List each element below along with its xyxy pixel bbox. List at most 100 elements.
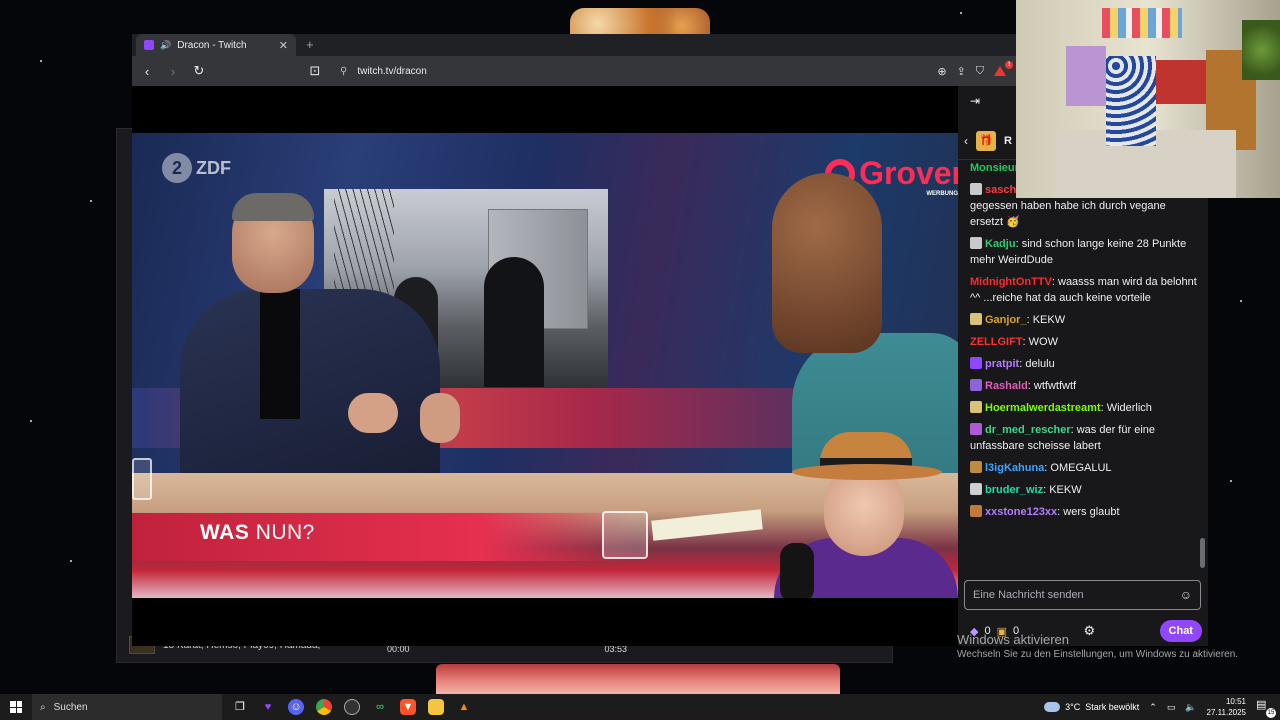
gift-icon[interactable]: 🎁 [976, 130, 996, 151]
extension-icon[interactable]: 1 [994, 61, 1013, 77]
zdf-logo: 2 ZDF [162, 153, 231, 183]
clock[interactable]: 10:51 27.11.2025 [1207, 696, 1246, 718]
wallpaper-decoration [570, 8, 710, 34]
star [70, 560, 72, 562]
site-info-icon[interactable]: ⚲ [340, 66, 347, 77]
emote-picker-icon[interactable]: ☺ [1180, 588, 1192, 602]
chat-username[interactable]: MidnightOnTTV [970, 276, 1052, 288]
video-player[interactable]: 2 ZDF Grover WERBUNG WAS NUN? [132, 133, 958, 598]
weather-widget[interactable]: 3°C Stark bewölkt [1044, 702, 1139, 712]
shield-icon[interactable]: ⛉ [976, 65, 984, 78]
watermark-title: Windows aktivieren [957, 632, 1069, 647]
user-badge-icon[interactable] [970, 379, 982, 391]
chat-message: pratpit: delulu [970, 356, 1198, 372]
url-text: twitch.tv/dracon [357, 65, 427, 77]
chevron-left-icon[interactable]: ‹ [964, 134, 968, 148]
room-webcam [1016, 0, 1280, 198]
speaker-icon[interactable]: 🔈 [1185, 702, 1196, 713]
taskbar-apps: ❐ ♥ ☺ ∞ ▼ ▲ [232, 699, 472, 715]
speaker-icon[interactable]: 🔊 [160, 40, 171, 51]
chat-scrollbar[interactable] [1200, 538, 1205, 568]
chat-username[interactable]: Hoermalwerdastreamt [985, 402, 1101, 414]
obs-icon[interactable] [344, 699, 360, 715]
close-tab-icon[interactable]: ✕ [279, 39, 288, 52]
chat-message: ZELLGIFT: WOW [970, 336, 1058, 348]
chat-text: KEKW [1049, 484, 1082, 496]
toolbar-right: ⊕ ⇪ ⛉ 1 [937, 61, 1013, 78]
system-tray: 3°C Stark bewölkt ⌃ ▭ 🔈 10:51 27.11.2025… [1044, 696, 1280, 718]
task-view-icon[interactable]: ❐ [232, 699, 248, 715]
chat-username[interactable]: Monsieur [970, 162, 1019, 174]
taskbar-search[interactable]: ⌕ Suchen [32, 694, 222, 720]
bookmark-icon[interactable]: ⊡ [308, 63, 322, 79]
user-badge-icon[interactable] [970, 183, 982, 195]
chat-username[interactable]: Rashald [985, 380, 1028, 392]
user-badge-icon[interactable] [970, 483, 982, 495]
notification-icon[interactable]: ▤ 15 [1256, 698, 1276, 718]
zoom-icon[interactable]: ⊕ [937, 65, 946, 78]
chat-username[interactable]: xxstone123xx [985, 506, 1057, 518]
chat-username[interactable]: l3igKahuna [985, 462, 1044, 474]
watermark-subtitle: Wechseln Sie zu den Einstellungen, um Wi… [957, 649, 1239, 660]
start-button[interactable] [0, 694, 32, 720]
reload-icon[interactable]: ↻ [192, 63, 206, 79]
user-badge-icon[interactable] [970, 505, 982, 517]
windows-activation-watermark: Windows aktivieren Wechseln Sie zu den E… [957, 632, 1238, 660]
chat-username[interactable]: dr_med_rescher [985, 424, 1071, 436]
user-badge-icon[interactable] [970, 423, 982, 435]
star [1230, 480, 1232, 482]
chat-username[interactable]: Kadju [985, 238, 1016, 250]
infinity-app-icon[interactable]: ∞ [372, 699, 388, 715]
chat-text: delulu [1025, 358, 1055, 370]
chat-messages: Monsieur: bestimmt Weihnachtsmarkt KEKWs… [970, 160, 1198, 526]
chat-message: Rashald: wtfwtfwtf [970, 378, 1198, 394]
share-icon[interactable]: ⇪ [957, 65, 966, 78]
chat-username[interactable]: ZELLGIFT [970, 336, 1023, 348]
chat-username[interactable]: Ganjor_ [985, 314, 1027, 326]
twitch-app-icon[interactable]: ♥ [260, 699, 276, 715]
chat-text: OMEGALUL [1050, 462, 1112, 474]
weather-temp: 3°C [1065, 702, 1081, 712]
chat-username[interactable]: bruder_wiz [985, 484, 1043, 496]
vlc-icon[interactable]: ▲ [456, 699, 472, 715]
star [90, 200, 92, 202]
browser-toolbar: ‹ › ↻ ⊡ ⚲ twitch.tv/dracon ⊕ ⇪ ⛉ 1 [132, 56, 1016, 86]
chat-message: MidnightOnTTV: waasss man wird da belohn… [970, 276, 1197, 304]
brave-icon[interactable]: ▼ [400, 699, 416, 715]
water-glass [602, 511, 648, 559]
user-badge-icon[interactable] [970, 237, 982, 249]
chat-message: l3igKahuna: OMEGALUL [970, 460, 1198, 476]
collapse-chat-icon[interactable]: ⇥ [970, 94, 980, 108]
file-explorer-icon[interactable] [428, 699, 444, 715]
chrome-icon[interactable] [316, 699, 332, 715]
chat-text: KEKW [1032, 314, 1066, 326]
taskbar: ⌕ Suchen ❐ ♥ ☺ ∞ ▼ ▲ 3°C Stark bewölkt ⌃… [0, 694, 1280, 720]
user-badge-icon[interactable] [970, 401, 982, 413]
star [40, 60, 42, 62]
chat-text: Widerlich [1106, 402, 1152, 414]
chat-input-placeholder: Eine Nachricht senden [973, 589, 1084, 601]
user-badge-icon[interactable] [970, 313, 982, 325]
chat-message: Ganjor_: KEKW [970, 312, 1198, 328]
star [30, 420, 32, 422]
search-label: Suchen [53, 701, 88, 713]
back-icon[interactable]: ‹ [140, 64, 154, 79]
discord-icon[interactable]: ☺ [288, 699, 304, 715]
chat-username[interactable]: pratpit [985, 358, 1019, 370]
windows-icon [10, 701, 22, 713]
tab-twitch[interactable]: 🔊 Dracon - Twitch ✕ [136, 34, 296, 56]
clock-date: 27.11.2025 [1206, 708, 1246, 717]
new-tab-button[interactable]: + [306, 34, 314, 56]
star [960, 12, 962, 14]
address-bar[interactable]: ⚲ twitch.tv/dracon [334, 60, 925, 82]
chevron-up-icon[interactable]: ⌃ [1149, 702, 1157, 713]
chat-text: WOW [1028, 336, 1058, 348]
user-badge-icon[interactable] [970, 461, 982, 473]
streamer-facecam [774, 428, 958, 598]
chat-input[interactable]: Eine Nachricht senden ☺ [964, 580, 1201, 610]
user-badge-icon[interactable] [970, 357, 982, 369]
network-icon[interactable]: ▭ [1167, 702, 1176, 713]
chat-message: Kadju: sind schon lange keine 28 Punkte … [970, 237, 1187, 266]
tab-title: Dracon - Twitch [177, 39, 247, 51]
forward-icon[interactable]: › [166, 64, 180, 79]
